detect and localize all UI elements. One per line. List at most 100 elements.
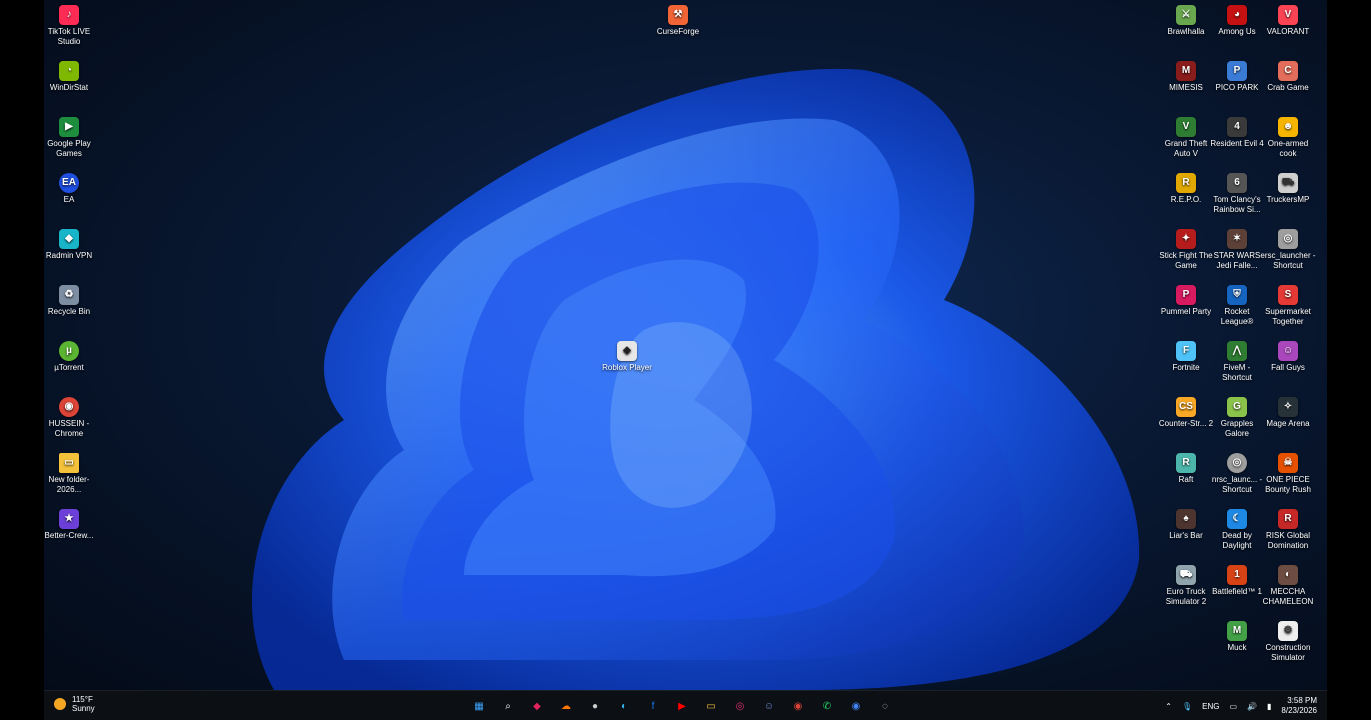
windows-bloom-wallpaper xyxy=(251,68,1140,690)
windirstat-icon: ◔ xyxy=(59,61,79,81)
desktop-icon-radmin-vpn[interactable]: ◆ Radmin VPN xyxy=(44,224,98,261)
desktop-icon-star-wars-jedi[interactable]: ✶ STAR WARS Jedi Falle... xyxy=(1208,224,1266,271)
desktop-icon-pummel-party[interactable]: P Pummel Party xyxy=(1157,280,1215,317)
desktop-icon-mage-arena[interactable]: ✧ Mage Arena xyxy=(1259,392,1317,429)
construction-icon: ⚙ xyxy=(1278,621,1298,641)
desktop-icon-ersc-launcher[interactable]: ◎ ersc_launcher - Shortcut xyxy=(1259,224,1317,271)
battlefield-icon: 1 xyxy=(1227,565,1247,585)
ersc-launcher-icon: ◎ xyxy=(1278,229,1298,249)
folder-icon: ▭ xyxy=(59,453,79,473)
better-crew-icon: ★ xyxy=(59,509,79,529)
weather-temperature: 115°F xyxy=(72,695,93,704)
gta-icon: V xyxy=(1176,117,1196,137)
desktop-icon-muck[interactable]: M Muck xyxy=(1208,616,1266,653)
tiktok-icon: ♪ xyxy=(59,5,79,25)
desktop-icon-battlefield-1[interactable]: 1 Battlefield™ 1 xyxy=(1208,560,1266,597)
youtube-icon[interactable]: ▶ xyxy=(672,696,692,716)
nrsc-launcher-icon: ◎ xyxy=(1227,453,1247,473)
desktop: ♪ TikTok LIVE Studio ◔ WinDirStat ▶ Goog… xyxy=(44,0,1327,690)
language-indicator[interactable]: ENG xyxy=(1202,702,1219,711)
desktop-icon-nrsc-launcher[interactable]: ◎ nrsc_launc... - Shortcut xyxy=(1208,448,1266,495)
desktop-icon-brawlhalla[interactable]: ⚔ Brawlhalla xyxy=(1157,0,1215,37)
desktop-icon-fall-guys[interactable]: ☺ Fall Guys xyxy=(1259,336,1317,373)
desktop-icon-stick-fight[interactable]: ✦ Stick Fight The Game xyxy=(1157,224,1215,271)
desktop-icon-among-us[interactable]: ◕ Among Us xyxy=(1208,0,1266,37)
fall-guys-icon: ☺ xyxy=(1278,341,1298,361)
grapples-icon: G xyxy=(1227,397,1247,417)
desktop-icon-hussein-chrome[interactable]: ◉ HUSSEIN - Chrome xyxy=(44,392,98,439)
edge-icon[interactable]: ◐ xyxy=(614,696,634,716)
clock-date: 8/23/2026 xyxy=(1281,706,1317,715)
desktop-icon-liars-bar[interactable]: ♠ Liar's Bar xyxy=(1157,504,1215,541)
desktop-icon-fortnite[interactable]: F Fortnite xyxy=(1157,336,1215,373)
chrome-taskbar-icon[interactable]: ◉ xyxy=(788,696,808,716)
desktop-icon-counter-strike-2[interactable]: CS Counter-Str... 2 xyxy=(1157,392,1215,429)
instagram-icon[interactable]: ◎ xyxy=(730,696,750,716)
clock[interactable]: 3:58 PM 8/23/2026 xyxy=(1281,696,1317,716)
desktop-icon-pico-park[interactable]: P PICO PARK xyxy=(1208,56,1266,93)
battery-icon[interactable]: ▮ xyxy=(1267,702,1271,711)
risk-icon: R xyxy=(1278,509,1298,529)
soundcloud-icon[interactable]: ☁ xyxy=(556,696,576,716)
desktop-icon-repo[interactable]: R R.E.P.O. xyxy=(1157,168,1215,205)
network-icon[interactable]: ▭ xyxy=(1229,702,1237,711)
microphone-icon[interactable]: 🎙 xyxy=(1182,702,1192,711)
volume-icon[interactable]: 🔊 xyxy=(1247,702,1257,711)
desktop-icon-one-armed-cook[interactable]: ☻ One-armed cook xyxy=(1259,112,1317,159)
desktop-icon-dead-by-daylight[interactable]: ☾ Dead by Daylight xyxy=(1208,504,1266,551)
liars-bar-icon: ♠ xyxy=(1176,509,1196,529)
desktop-icon-rocket-league[interactable]: ⛨ Rocket League® xyxy=(1208,280,1266,327)
file-explorer-icon[interactable]: ▭ xyxy=(701,696,721,716)
desktop-icon-meccha-chameleon[interactable]: ◐ MECCHA CHAMELEON xyxy=(1259,560,1317,607)
weather-description: Sunny xyxy=(72,704,95,713)
one-piece-icon: ☠ xyxy=(1278,453,1298,473)
desktop-icon-supermarket-together[interactable]: S Supermarket Together xyxy=(1259,280,1317,327)
ea-icon: EA xyxy=(59,173,79,193)
desktop-icon-rainbow-six[interactable]: 6 Tom Clancy's Rainbow Si... xyxy=(1208,168,1266,215)
desktop-icon-resident-evil-4[interactable]: 4 Resident Evil 4 xyxy=(1208,112,1266,149)
desktop-icon-one-piece[interactable]: ☠ ONE PIECE Bounty Rush xyxy=(1259,448,1317,495)
roblox-taskbar-icon[interactable]: ◆ xyxy=(527,696,547,716)
desktop-icon-google-play-games[interactable]: ▶ Google Play Games xyxy=(44,112,98,159)
chrome-profile-icon[interactable]: ◉ xyxy=(846,696,866,716)
desktop-icon-grapples-galore[interactable]: G Grapples Galore xyxy=(1208,392,1266,439)
recycle-bin-icon: ♻ xyxy=(59,285,79,305)
desktop-icon-valorant[interactable]: V VALORANT xyxy=(1259,0,1317,37)
desktop-icon-utorrent[interactable]: µ µTorrent xyxy=(44,336,98,373)
desktop-icon-new-folder[interactable]: ▭ New folder-2026... xyxy=(44,448,98,495)
desktop-icon-euro-truck-simulator-2[interactable]: ⛟ Euro Truck Simulator 2 xyxy=(1157,560,1215,607)
desktop-icon-gta-v[interactable]: V Grand Theft Auto V xyxy=(1157,112,1215,159)
desktop-icon-windirstat[interactable]: ◔ WinDirStat xyxy=(44,56,98,93)
desktop-icon-roblox-player[interactable]: ◆ Roblox Player xyxy=(598,336,656,373)
taskbar: 115°F Sunny ▦ ⌕ ◆ ☁ ● ◐ f ▶ ▭ ◎ ☺ ◉ ✆ ◉ ◌ ⌃ 🎙 ENG ▭ 🔊 … xyxy=(44,690,1327,720)
truckersmp-icon: ⛟ xyxy=(1278,173,1298,193)
desktop-icon-truckersmp[interactable]: ⛟ TruckersMP xyxy=(1259,168,1317,205)
chevron-up-icon[interactable]: ⌃ xyxy=(1165,702,1172,711)
desktop-icon-crab-game[interactable]: C Crab Game xyxy=(1259,56,1317,93)
desktop-icon-risk[interactable]: R RISK Global Domination xyxy=(1259,504,1317,551)
repo-icon: R xyxy=(1176,173,1196,193)
dead-by-daylight-icon: ☾ xyxy=(1227,509,1247,529)
desktop-icon-ea[interactable]: EA EA xyxy=(44,168,98,205)
obs-icon[interactable]: ◌ xyxy=(875,696,895,716)
facebook-icon[interactable]: f xyxy=(643,696,663,716)
desktop-icon-mimesis[interactable]: M MIMESIS xyxy=(1157,56,1215,93)
whatsapp-icon[interactable]: ✆ xyxy=(817,696,837,716)
google-play-icon: ▶ xyxy=(59,117,79,137)
mage-arena-icon: ✧ xyxy=(1278,397,1298,417)
desktop-icon-construction-simulator[interactable]: ⚙ Construction Simulator xyxy=(1259,616,1317,663)
desktop-icon-fivem[interactable]: ⋀ FiveM - Shortcut xyxy=(1208,336,1266,383)
desktop-icon-raft[interactable]: R Raft xyxy=(1157,448,1215,485)
github-icon[interactable]: ● xyxy=(585,696,605,716)
start-icon[interactable]: ▦ xyxy=(469,696,489,716)
weather-widget[interactable]: 115°F Sunny xyxy=(54,695,95,713)
desktop-icon-tiktok-live-studio[interactable]: ♪ TikTok LIVE Studio xyxy=(44,0,98,47)
search-icon[interactable]: ⌕ xyxy=(498,696,518,716)
desktop-icon-recycle-bin[interactable]: ♻ Recycle Bin xyxy=(44,280,98,317)
chameleon-icon: ◐ xyxy=(1278,565,1298,585)
rocket-league-icon: ⛨ xyxy=(1227,285,1247,305)
desktop-icon-better-crew[interactable]: ★ Better-Crew... xyxy=(44,504,98,541)
discord-icon[interactable]: ☺ xyxy=(759,696,779,716)
star-wars-icon: ✶ xyxy=(1227,229,1247,249)
desktop-icon-curseforge[interactable]: ⚒ CurseForge xyxy=(649,0,707,37)
